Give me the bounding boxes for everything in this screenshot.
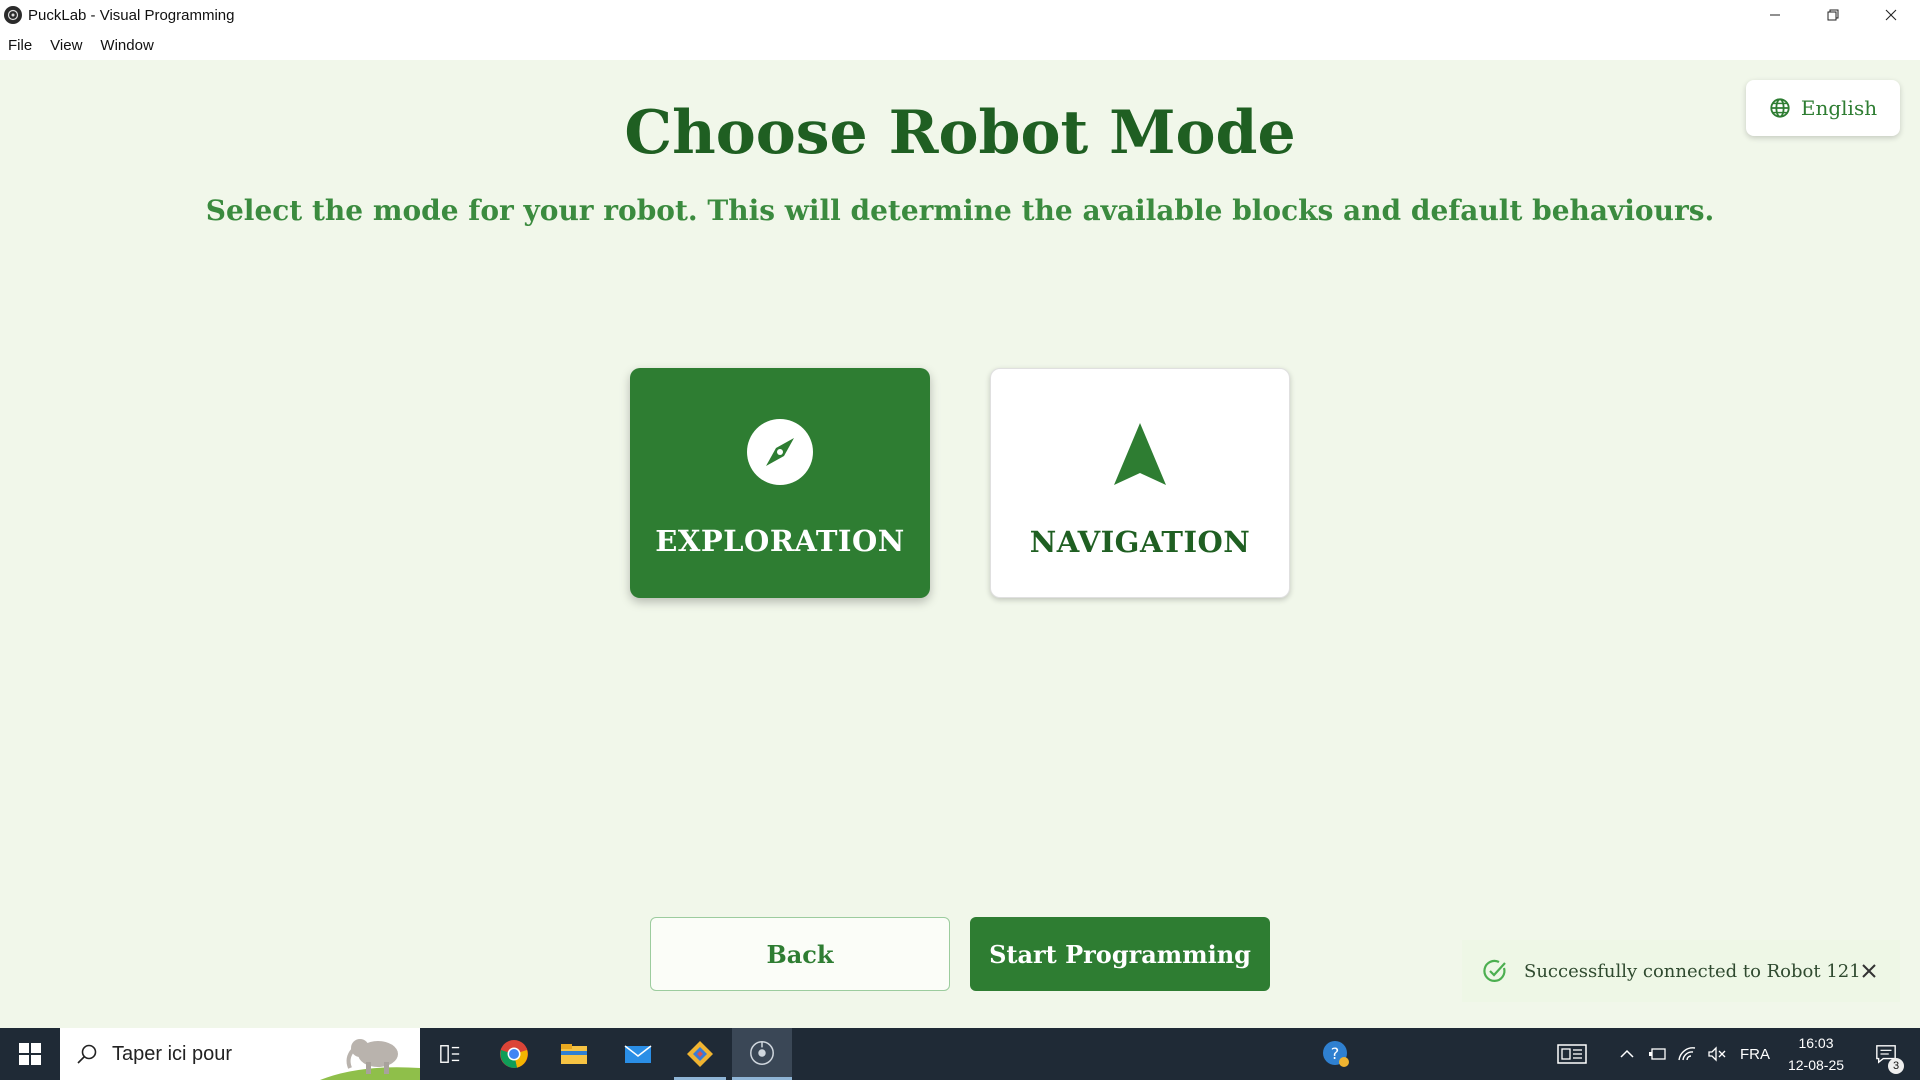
clock-date: 12-08-25 xyxy=(1787,1057,1845,1073)
restore-icon xyxy=(1827,9,1839,21)
close-icon xyxy=(1885,9,1897,21)
taskbar-search-box[interactable]: Taper ici pour xyxy=(60,1028,420,1080)
notification-count-badge: 3 xyxy=(1888,1058,1904,1074)
toast-close-button[interactable] xyxy=(1858,960,1880,982)
chrome-taskbar-button[interactable] xyxy=(484,1028,544,1080)
news-widget-icon xyxy=(1557,1044,1587,1064)
menu-view[interactable]: View xyxy=(50,37,82,54)
diamond-app-icon xyxy=(687,1041,713,1067)
start-programming-button[interactable]: Start Programming xyxy=(970,917,1270,991)
volume-muted-icon xyxy=(1708,1046,1726,1062)
wifi-tray-button[interactable] xyxy=(1674,1028,1700,1080)
close-icon xyxy=(1862,964,1876,978)
navigation-arrow-icon xyxy=(1106,419,1174,487)
volume-tray-button[interactable] xyxy=(1704,1028,1730,1080)
battery-tray-button[interactable] xyxy=(1644,1028,1670,1080)
minimize-icon xyxy=(1770,14,1780,16)
mode-label-navigation: NAVIGATION xyxy=(1029,525,1251,559)
battery-icon xyxy=(1649,1048,1666,1060)
taskbar: Taper ici pour ? FRA 16:03 12-08-25 3 xyxy=(0,1028,1920,1080)
minimize-button[interactable] xyxy=(1746,0,1804,30)
page-title: Choose Robot Mode xyxy=(624,98,1296,168)
mail-taskbar-button[interactable] xyxy=(608,1028,668,1080)
mode-card-navigation[interactable]: NAVIGATION xyxy=(990,368,1290,598)
main-content: English Choose Robot Mode Select the mod… xyxy=(0,60,1920,1028)
search-icon xyxy=(77,1044,97,1064)
mode-label-exploration: EXPLORATION xyxy=(655,524,905,558)
help-icon: ? xyxy=(1323,1041,1349,1067)
toast-message: Successfully connected to Robot 121 xyxy=(1524,960,1861,982)
chrome-icon xyxy=(500,1040,528,1068)
check-circle-icon xyxy=(1483,959,1506,982)
back-button[interactable]: Back xyxy=(650,917,950,991)
mode-card-exploration[interactable]: EXPLORATION xyxy=(630,368,930,598)
app-logo-icon xyxy=(4,6,22,24)
menu-file[interactable]: File xyxy=(8,37,32,54)
menu-window[interactable]: Window xyxy=(100,37,153,54)
git-app-taskbar-button[interactable] xyxy=(670,1028,730,1080)
chevron-up-icon xyxy=(1620,1049,1634,1058)
windows-logo-icon xyxy=(19,1043,41,1065)
restore-button[interactable] xyxy=(1804,0,1862,30)
pucklab-icon xyxy=(750,1040,774,1065)
window-title: PuckLab - Visual Programming xyxy=(28,6,235,24)
compass-icon xyxy=(746,418,814,486)
folder-icon xyxy=(561,1044,587,1064)
file-explorer-taskbar-button[interactable] xyxy=(544,1028,604,1080)
close-window-button[interactable] xyxy=(1862,0,1920,30)
search-placeholder: Taper ici pour xyxy=(112,1042,233,1065)
pucklab-taskbar-button[interactable] xyxy=(732,1028,792,1080)
mail-icon xyxy=(624,1045,652,1063)
clock-time: 16:03 xyxy=(1798,1035,1834,1051)
wifi-icon xyxy=(1678,1047,1696,1061)
svg-text:?: ? xyxy=(1331,1044,1340,1063)
task-view-icon xyxy=(440,1045,460,1063)
window-controls xyxy=(1746,0,1920,30)
show-hidden-icons-button[interactable] xyxy=(1616,1028,1638,1080)
input-language-button[interactable]: FRA xyxy=(1738,1028,1772,1080)
taskbar-clock[interactable]: 16:03 12-08-25 xyxy=(1776,1032,1856,1076)
task-view-button[interactable] xyxy=(420,1028,480,1080)
start-menu-button[interactable] xyxy=(0,1028,60,1080)
input-language-label: FRA xyxy=(1740,1045,1770,1063)
menu-bar: File View Window xyxy=(0,30,1920,60)
title-bar: PuckLab - Visual Programming xyxy=(0,0,1920,30)
news-tray-button[interactable] xyxy=(1552,1028,1592,1080)
help-tray-button[interactable]: ? xyxy=(1316,1028,1356,1080)
elephant-illustration-icon xyxy=(320,1028,420,1080)
connection-toast: Successfully connected to Robot 121 xyxy=(1462,940,1900,1002)
page-subtitle: Select the mode for your robot. This wil… xyxy=(205,194,1715,227)
